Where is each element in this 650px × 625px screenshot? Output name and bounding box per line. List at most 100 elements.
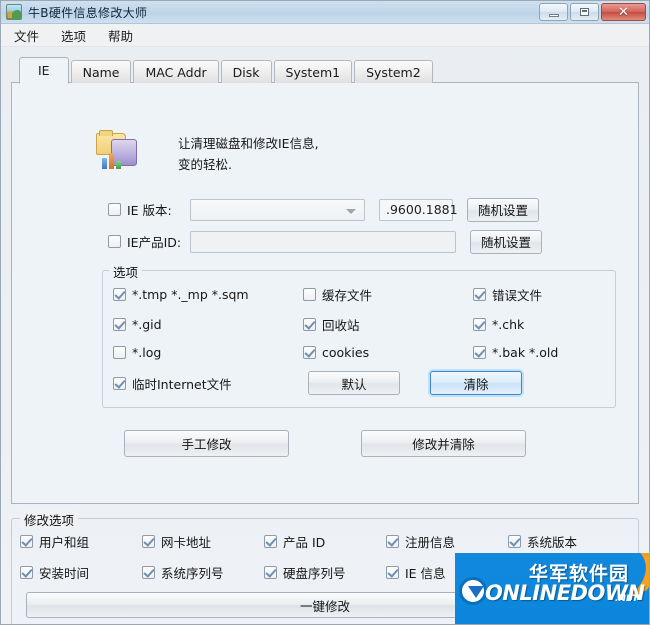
options-groupbox-title: 选项 — [109, 262, 143, 281]
option-bak-old-checkbox[interactable] — [473, 346, 486, 359]
option-chk[interactable]: *.chk — [473, 315, 605, 334]
minimize-icon — [548, 13, 559, 17]
ie-version-label: IE 版本: — [127, 203, 172, 218]
maximize-button[interactable] — [570, 3, 599, 21]
modify-option-system-serial[interactable]: 系统序列号 — [142, 563, 264, 582]
close-button[interactable]: ✕ — [601, 3, 646, 21]
option-cookies-checkbox[interactable] — [303, 346, 316, 359]
option-temp-internet-files-label: 临时Internet文件 — [132, 376, 232, 392]
option-gid-checkbox[interactable] — [113, 318, 126, 331]
minimize-button[interactable] — [539, 3, 568, 21]
option-tmp-checkbox[interactable] — [113, 288, 126, 301]
option-recycle-bin-label: 回收站 — [322, 318, 360, 333]
modify-option-disk-serial[interactable]: 硬盘序列号 — [264, 563, 386, 582]
option-tmp[interactable]: *.tmp *._mp *.sqm — [113, 285, 303, 304]
tab-name[interactable]: Name — [70, 60, 132, 83]
option-log[interactable]: *.log — [113, 345, 303, 360]
tab-ie[interactable]: IE — [19, 57, 69, 84]
option-bak-old-label: *.bak *.old — [492, 345, 559, 360]
modify-option-product-id[interactable]: 产品 ID — [264, 532, 386, 551]
option-recycle-bin[interactable]: 回收站 — [303, 315, 473, 334]
modify-option-product-id-checkbox[interactable] — [264, 535, 277, 548]
description-line-2: 变的轻松. — [178, 157, 232, 172]
option-chk-label: *.chk — [492, 317, 525, 332]
chevron-down-icon — [346, 208, 356, 214]
ie-panel-actions: 手工修改 修改并清除 — [12, 408, 638, 457]
ie-product-id-random-button[interactable]: 随机设置 — [470, 229, 543, 254]
ie-product-id-checkbox[interactable] — [108, 235, 121, 248]
option-temp-internet-files-checkbox[interactable] — [113, 376, 126, 390]
option-cookies[interactable]: cookies — [303, 345, 473, 360]
modify-option-ie-info-checkbox[interactable] — [386, 566, 399, 579]
tab-panel-ie: 让清理磁盘和修改IE信息, 变的轻松. IE 版本: .9600.1881 随机… — [11, 82, 639, 504]
modify-option-system-serial-label: 系统序列号 — [161, 566, 224, 581]
tab-mac-addr[interactable]: MAC Addr — [133, 60, 219, 83]
option-log-checkbox[interactable] — [113, 346, 126, 359]
modify-option-system-version-checkbox[interactable] — [508, 535, 521, 548]
option-cookies-label: cookies — [322, 345, 370, 360]
option-gid-label: *.gid — [132, 317, 162, 332]
tab-system1[interactable]: System1 — [273, 60, 353, 83]
options-grid: *.tmp *._mp *.sqm 缓存文件 错误文件 *.gid 回收站 *.… — [113, 285, 605, 395]
manual-modify-button[interactable]: 手工修改 — [124, 430, 289, 457]
window-title: 牛B硬件信息修改大师 — [28, 5, 148, 20]
modify-option-mac-address-checkbox[interactable] — [142, 535, 155, 548]
option-error-files-checkbox[interactable] — [473, 288, 486, 301]
menu-item-help[interactable]: 帮助 — [105, 24, 136, 47]
modify-option-install-time-checkbox[interactable] — [20, 566, 33, 579]
modify-option-users-groups-checkbox[interactable] — [20, 535, 33, 548]
modify-and-clear-button[interactable]: 修改并清除 — [361, 430, 526, 457]
modify-option-users-groups-label: 用户和组 — [39, 535, 90, 550]
ie-product-id-row: IE产品ID: 随机设置 — [108, 229, 638, 254]
maximize-icon — [580, 8, 589, 16]
window-controls: ✕ — [539, 3, 646, 21]
option-gid[interactable]: *.gid — [113, 315, 303, 334]
modify-option-ie-info-label: IE 信息 — [405, 566, 446, 581]
modify-option-disk-serial-label: 硬盘序列号 — [283, 566, 346, 581]
ie-version-checkbox[interactable] — [108, 203, 121, 216]
option-cache-files-checkbox[interactable] — [303, 288, 316, 301]
menu-item-options[interactable]: 选项 — [58, 24, 89, 47]
tab-disk[interactable]: Disk — [220, 60, 272, 83]
ie-version-combobox[interactable] — [190, 198, 365, 221]
ie-version-random-button[interactable]: 随机设置 — [467, 197, 540, 222]
app-window: 牛B硬件信息修改大师 ✕ 文件 选项 帮助 IE Name MAC Addr D… — [0, 0, 650, 625]
modify-option-system-version[interactable]: 系统版本 — [508, 532, 630, 551]
modify-options-groupbox: 修改选项 用户和组 网卡地址 产品 ID 注册信息 系统版本 安装时间 系统序列… — [11, 510, 639, 624]
option-chk-checkbox[interactable] — [473, 318, 486, 331]
panel-header: 让清理磁盘和修改IE信息, 变的轻松. — [12, 83, 638, 175]
modify-option-registration-info-checkbox[interactable] — [386, 535, 399, 548]
title-bar: 牛B硬件信息修改大师 ✕ — [1, 1, 649, 24]
option-recycle-bin-checkbox[interactable] — [303, 318, 316, 331]
modify-option-mac-address[interactable]: 网卡地址 — [142, 532, 264, 551]
option-bak-old[interactable]: *.bak *.old — [473, 345, 605, 360]
options-groupbox: 选项 *.tmp *._mp *.sqm 缓存文件 错误文件 *.gid 回收站… — [102, 262, 616, 408]
menu-bar: 文件 选项 帮助 — [1, 24, 649, 47]
one-key-modify-button[interactable]: 一键修改 — [26, 592, 624, 618]
clear-button[interactable]: 清除 — [430, 371, 522, 395]
modify-option-install-time[interactable]: 安装时间 — [20, 563, 142, 582]
option-cache-files[interactable]: 缓存文件 — [303, 285, 473, 304]
menu-item-file[interactable]: 文件 — [11, 24, 42, 47]
option-error-files[interactable]: 错误文件 — [473, 285, 605, 304]
ie-version-build-input[interactable]: .9600.1881 — [379, 198, 458, 221]
app-logo-icon — [6, 4, 22, 20]
default-button[interactable]: 默认 — [308, 371, 400, 395]
modify-option-system-serial-checkbox[interactable] — [142, 566, 155, 579]
ie-version-row: IE 版本: .9600.1881 随机设置 — [108, 197, 638, 222]
option-tmp-label: *.tmp *._mp *.sqm — [132, 287, 249, 302]
modify-option-ie-info[interactable]: IE 信息 — [386, 563, 508, 582]
modify-options-title: 修改选项 — [20, 510, 79, 529]
panel-description: 让清理磁盘和修改IE信息, 变的轻松. — [178, 131, 319, 175]
modify-options-spacer — [508, 563, 630, 582]
modify-option-disk-serial-checkbox[interactable] — [264, 566, 277, 579]
modify-option-registration-info[interactable]: 注册信息 — [386, 532, 508, 551]
close-icon: ✕ — [618, 4, 629, 20]
modify-option-mac-address-label: 网卡地址 — [161, 535, 212, 550]
ie-fields: IE 版本: .9600.1881 随机设置 IE产品ID: 随机设置 — [12, 175, 638, 254]
ie-product-id-input[interactable] — [190, 230, 456, 253]
option-temp-internet-files[interactable]: 临时Internet文件 — [113, 371, 303, 395]
tab-strip: IE Name MAC Addr Disk System1 System2 — [11, 57, 639, 84]
tab-system2[interactable]: System2 — [354, 60, 433, 83]
modify-option-users-groups[interactable]: 用户和组 — [20, 532, 142, 551]
